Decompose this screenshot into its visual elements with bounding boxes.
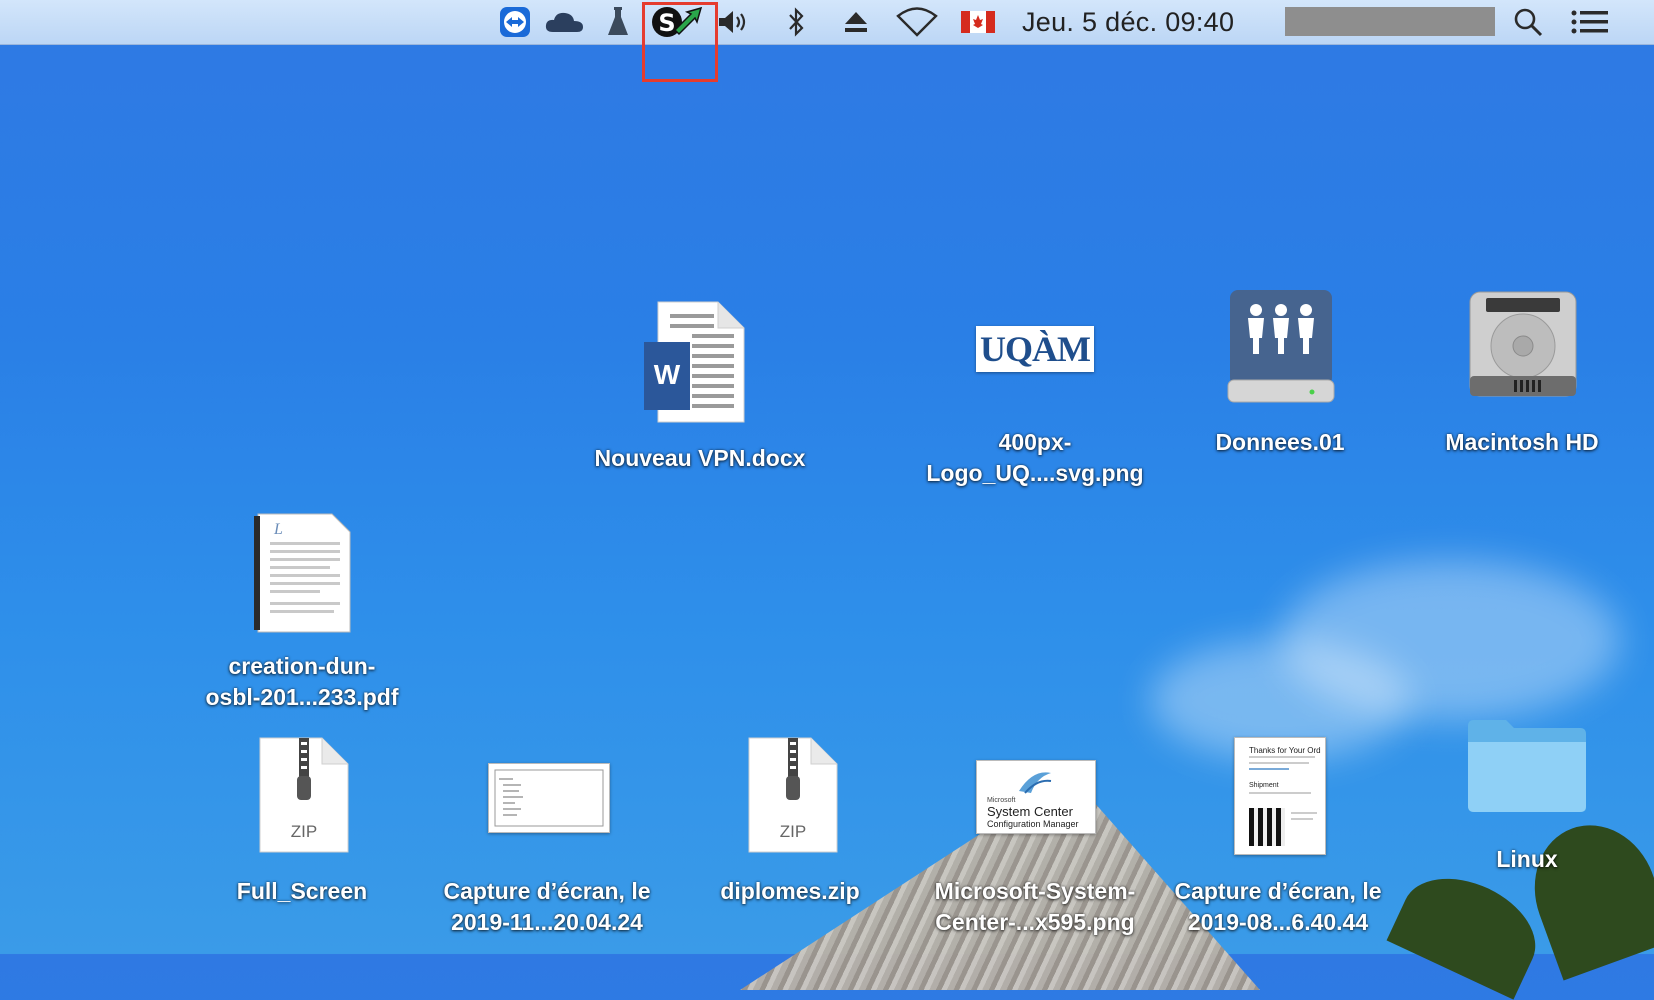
uqam-logo-thumbnail[interactable]: UQÀM — [976, 326, 1094, 372]
background-palm — [1515, 807, 1654, 981]
word-letter: W — [654, 359, 681, 390]
label-line: Nouveau VPN.docx — [594, 445, 806, 471]
menu-bar: S Jeu. 5 déc. 09:40 — [0, 0, 1654, 45]
wifi-icon[interactable] — [895, 0, 939, 44]
label-line: Microsoft-System- — [934, 878, 1136, 904]
receipt-line — [1249, 762, 1309, 764]
uqam-logo-text: UQÀM — [980, 329, 1091, 369]
zip-label: ZIP — [779, 822, 807, 841]
label-line: Macintosh HD — [1445, 429, 1599, 455]
desktop-item-label: Macintosh HD — [1392, 427, 1652, 458]
receipt-product-image — [1249, 808, 1285, 846]
desktop-item-label: Donnees.01 — [1150, 427, 1410, 458]
redacted-user-name — [1285, 7, 1495, 36]
zip-label: ZIP — [290, 822, 318, 841]
highlight-box — [642, 2, 718, 82]
svg-text:L: L — [273, 521, 283, 538]
receipt-shipment: Shipment — [1249, 782, 1279, 789]
receipt-line — [1291, 812, 1317, 814]
sc-line1: System Center — [987, 804, 1073, 819]
volume-icon[interactable] — [714, 0, 754, 44]
canada-flag-icon[interactable] — [960, 0, 996, 44]
label-line: Donnees.01 — [1215, 429, 1345, 455]
desktop-item-label: Nouveau VPN.docx — [570, 443, 830, 474]
menu-clock[interactable]: Jeu. 5 déc. 09:40 — [1022, 0, 1234, 44]
desktop-item-label: creation-dun- osbl-201...233.pdf — [172, 651, 432, 713]
desktop-item-label: Capture d’écran, le 2019-11...20.04.24 — [417, 876, 677, 938]
label-line: Capture d’écran, le — [443, 878, 651, 904]
receipt-line — [1291, 818, 1313, 820]
desktop-item-label: Full_Screen — [172, 876, 432, 907]
desktop-item-label: Microsoft-System- Center-...x595.png — [905, 876, 1165, 938]
bluetooth-icon[interactable] — [782, 0, 810, 44]
background-palm — [1386, 858, 1552, 1000]
label-line: Center-...x595.png — [935, 909, 1135, 935]
receipt-line — [1249, 756, 1315, 758]
receipt-title: Thanks for Your Ord — [1249, 746, 1321, 755]
desktop-item-label: Capture d’écran, le 2019-08...6.40.44 — [1148, 876, 1408, 938]
receipt-line — [1249, 792, 1311, 794]
folder-icon[interactable] — [1466, 716, 1588, 821]
label-line: 400px- — [998, 429, 1072, 455]
onedrive-icon[interactable] — [541, 0, 587, 44]
desktop-item-label: 400px- Logo_UQ....svg.png — [905, 427, 1165, 489]
eject-icon[interactable] — [840, 0, 872, 44]
label-line: creation-dun- — [228, 653, 376, 679]
word-document-icon[interactable]: W — [640, 300, 750, 431]
zip-archive-icon[interactable]: ZIP — [747, 736, 839, 859]
label-line: 2019-11...20.04.24 — [451, 909, 643, 935]
label-line: diplomes.zip — [720, 878, 860, 904]
pdf-document-icon[interactable]: L — [252, 512, 352, 639]
label-line: Logo_UQ....svg.png — [926, 460, 1144, 486]
screenshot-thumbnail[interactable] — [488, 763, 610, 833]
teamviewer-icon[interactable] — [497, 0, 533, 44]
receipt-link — [1249, 768, 1289, 770]
desktop-item-label: diplomes.zip — [660, 876, 920, 907]
label-line: Full_Screen — [236, 878, 368, 904]
zip-archive-icon[interactable]: ZIP — [258, 736, 350, 859]
label-line: Linux — [1496, 846, 1558, 872]
label-line: 2019-08...6.40.44 — [1187, 909, 1369, 935]
flask-icon[interactable] — [605, 0, 631, 44]
label-line: Capture d’écran, le — [1174, 878, 1382, 904]
sc-line2: Configuration Manager — [987, 819, 1079, 829]
desktop-item-label: Linux — [1397, 844, 1654, 875]
system-center-thumbnail[interactable]: Microsoft System Center Configuration Ma… — [976, 760, 1096, 834]
sc-brand: Microsoft — [987, 797, 1016, 804]
network-volume-icon[interactable] — [1226, 288, 1336, 411]
receipt-screenshot-thumbnail[interactable]: Thanks for Your Ord Shipment — [1234, 737, 1326, 855]
label-line: osbl-201...233.pdf — [205, 684, 399, 710]
hard-drive-icon[interactable] — [1466, 290, 1580, 409]
notification-center-icon[interactable] — [1570, 0, 1610, 44]
spotlight-search-icon[interactable] — [1510, 0, 1546, 44]
